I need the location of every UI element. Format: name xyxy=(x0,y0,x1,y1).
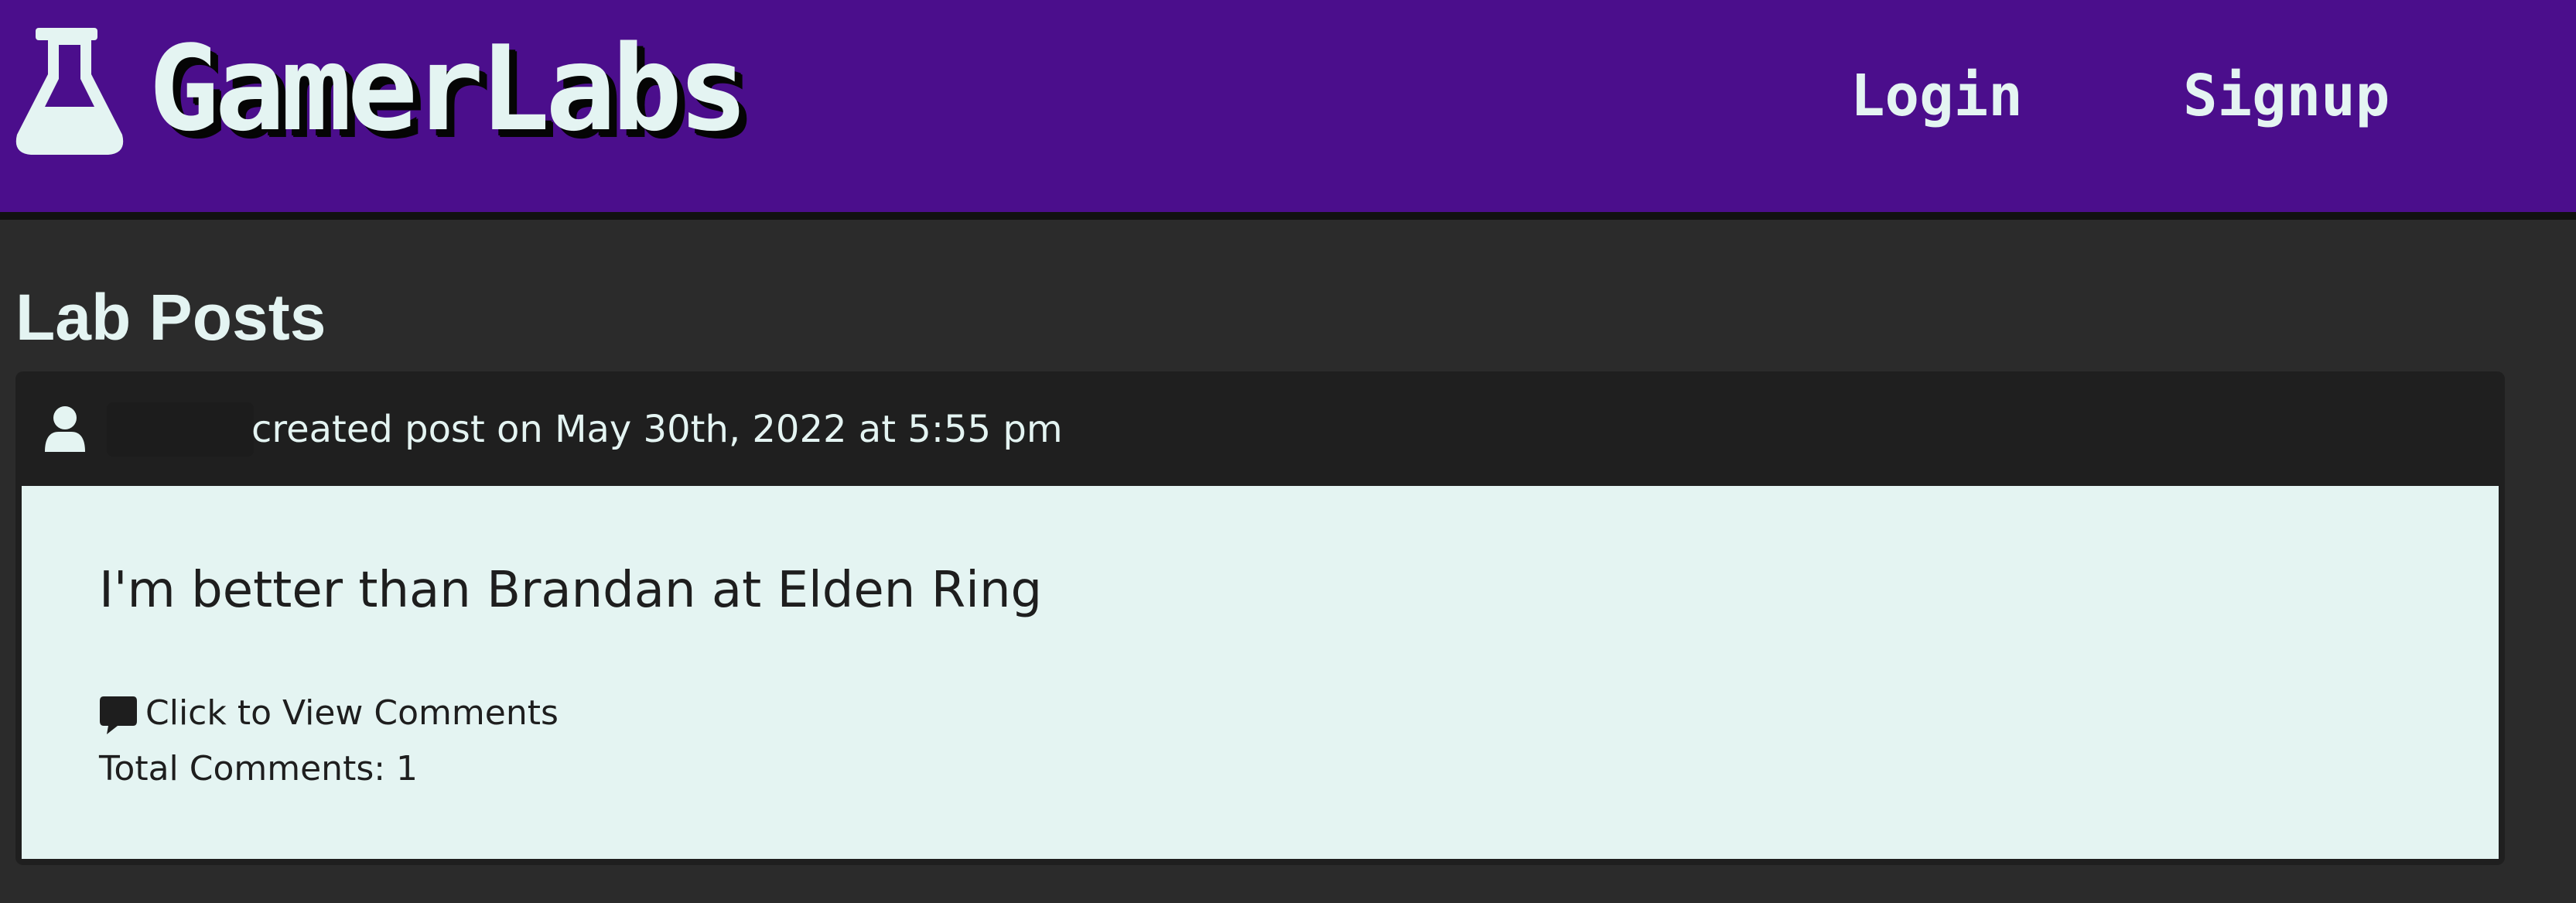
comment-icon xyxy=(100,696,137,734)
post-header: created post on May 30th, 2022 at 5:55 p… xyxy=(15,371,2505,486)
post-content: I'm better than Brandan at Elden Ring xyxy=(99,562,1043,619)
site-brand[interactable]: GamerLabs xyxy=(149,30,749,148)
post-card: created post on May 30th, 2022 at 5:55 p… xyxy=(15,371,2505,865)
flask-icon[interactable] xyxy=(14,28,126,156)
comments-link-label: Click to View Comments xyxy=(145,693,559,733)
user-icon xyxy=(45,406,85,452)
total-comments: Total Comments: 1 xyxy=(99,749,419,788)
login-link[interactable]: Login xyxy=(1850,67,2023,125)
post-meta: created post on May 30th, 2022 at 5:55 p… xyxy=(251,408,1063,451)
signup-link[interactable]: Signup xyxy=(2183,67,2390,125)
username-redacted xyxy=(107,402,254,457)
page-title: Lab Posts xyxy=(15,281,326,354)
post-body: I'm better than Brandan at Elden Ring Cl… xyxy=(22,486,2499,859)
view-comments-link[interactable]: Click to View Comments xyxy=(99,689,559,738)
site-header: GamerLabs Login Signup xyxy=(0,0,2576,220)
